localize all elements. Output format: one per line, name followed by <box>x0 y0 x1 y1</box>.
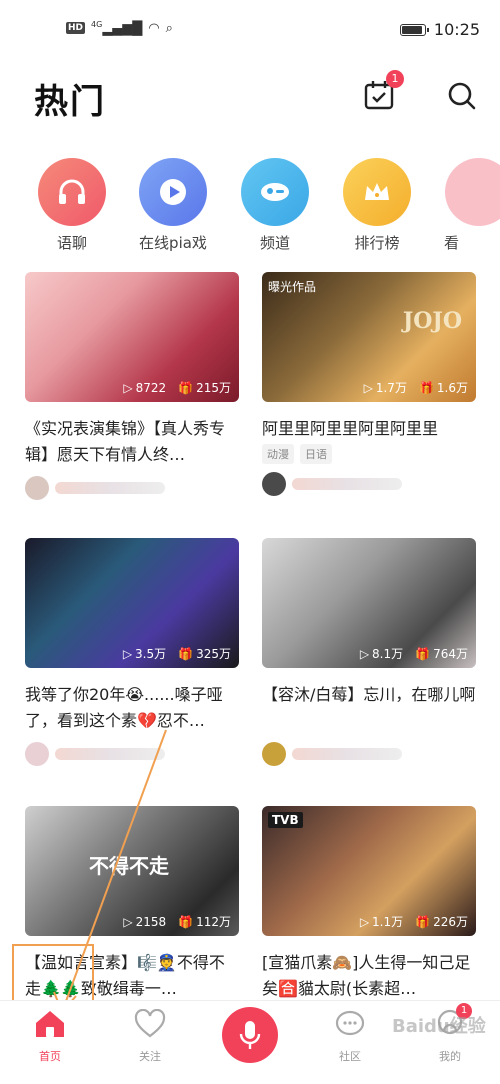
nav-label: 关注 <box>139 1050 161 1063</box>
nav-label: 我的 <box>439 1050 461 1063</box>
heart-icon <box>134 1008 166 1038</box>
record-button[interactable] <box>222 1007 278 1063</box>
annotation-arrow <box>53 729 167 1014</box>
watermark: Baidu经验 <box>392 1016 486 1037</box>
nav-community[interactable]: 社区 <box>310 1009 390 1064</box>
microphone-icon <box>239 1021 261 1049</box>
home-icon <box>36 1011 64 1037</box>
nav-follow[interactable]: 关注 <box>110 1008 190 1064</box>
nav-label: 社区 <box>339 1050 361 1063</box>
nav-home[interactable]: 首页 <box>10 1009 90 1064</box>
nav-label: 首页 <box>39 1050 61 1063</box>
chat-bubble-icon <box>335 1010 365 1036</box>
